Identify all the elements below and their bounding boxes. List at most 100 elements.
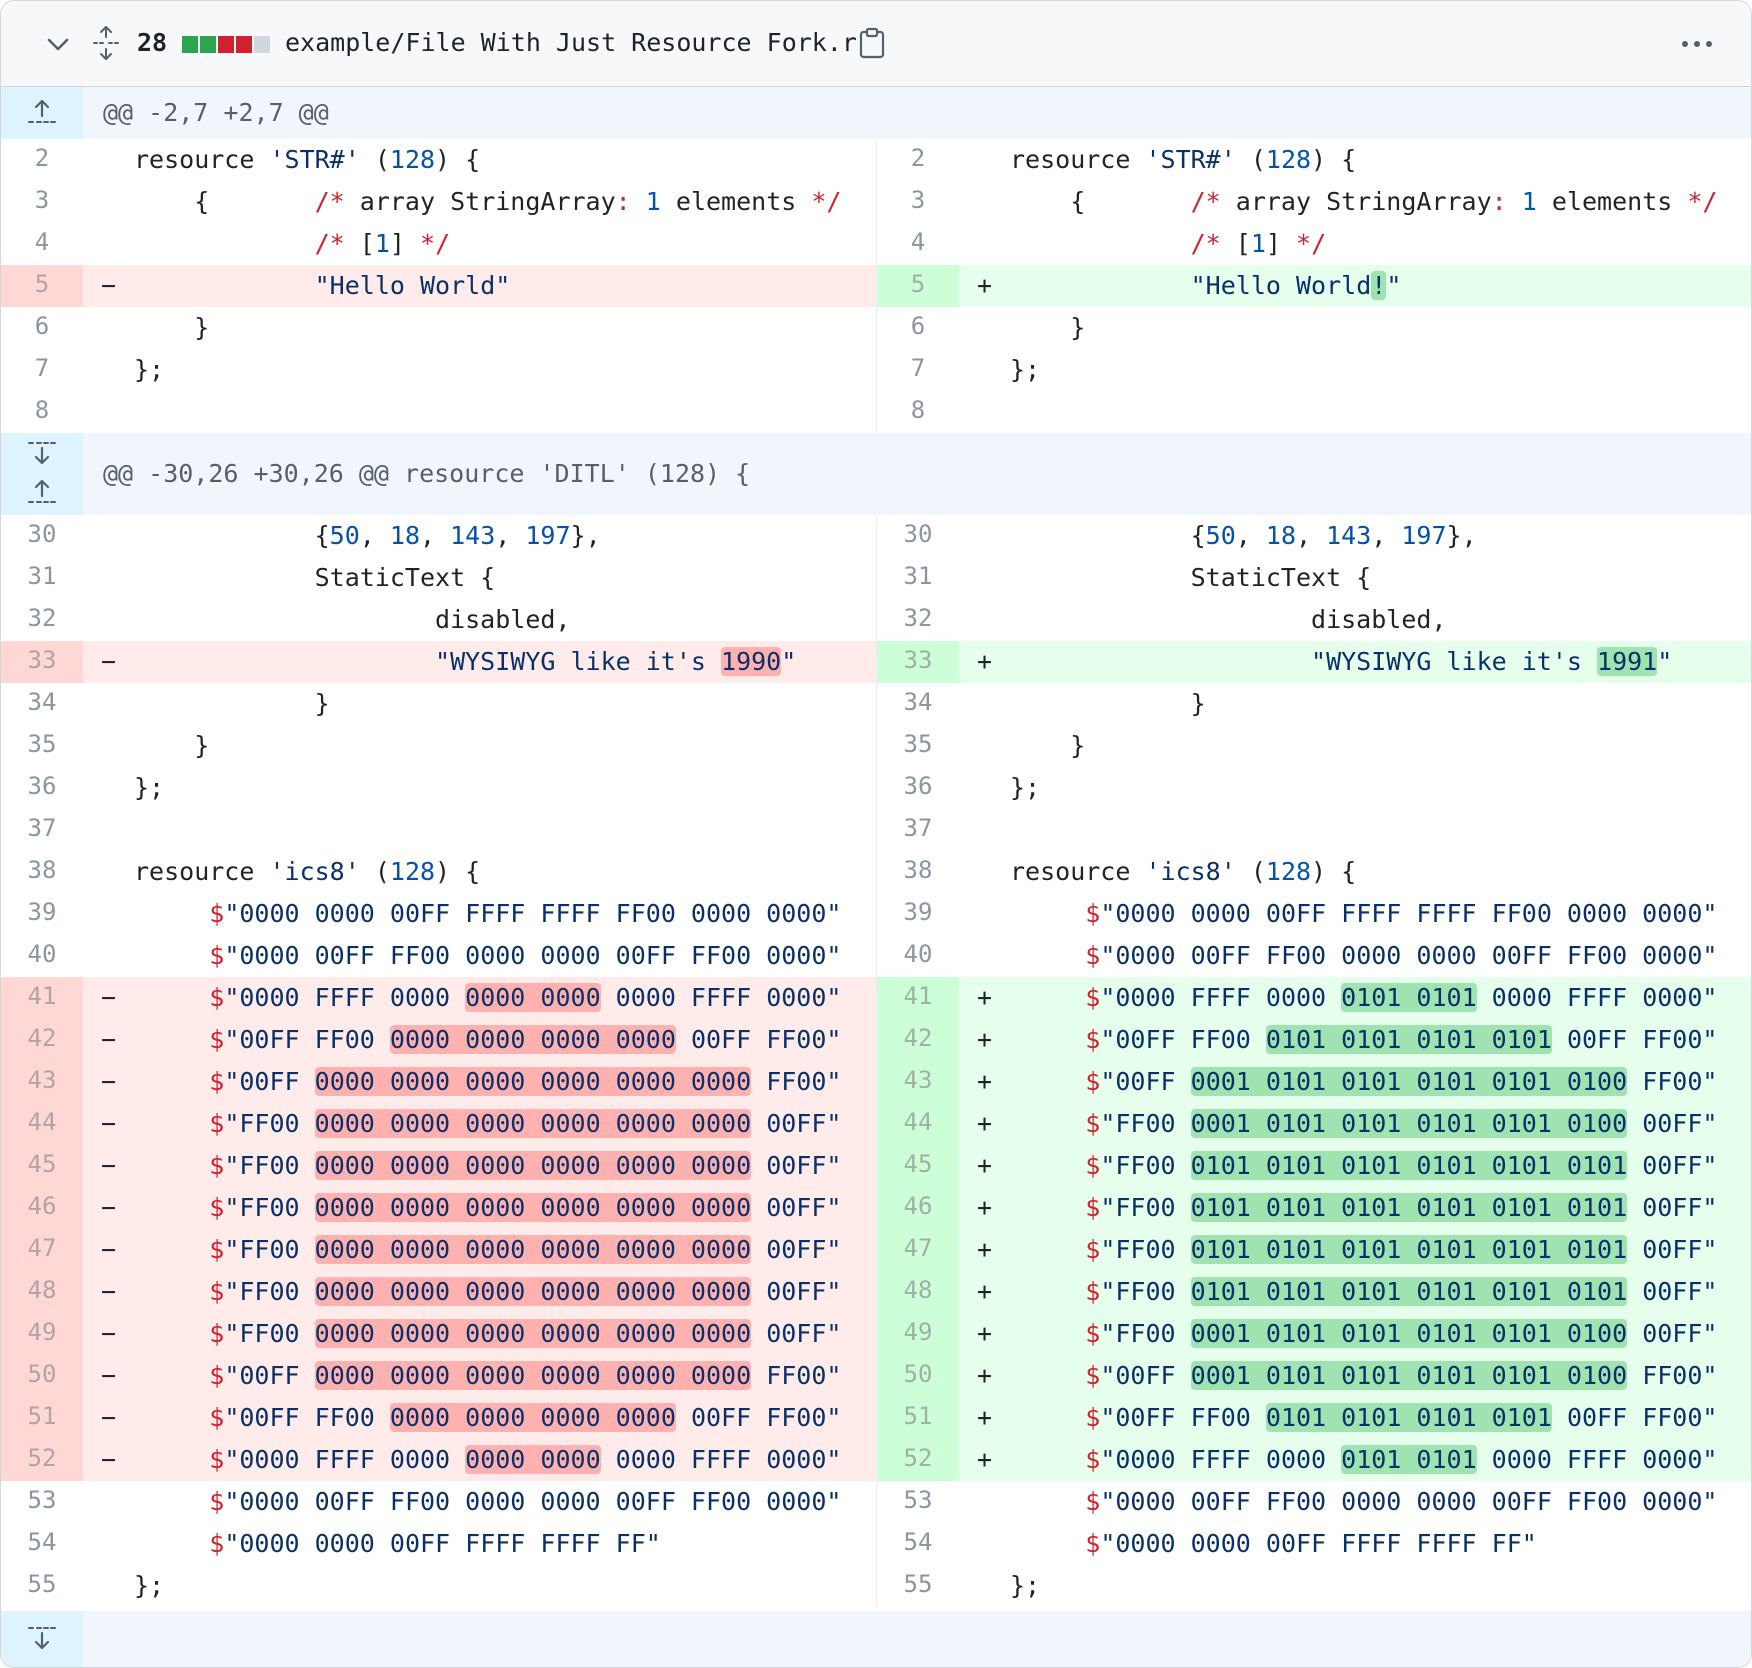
line-number[interactable]: 32 <box>1 599 83 641</box>
right-line: 45 + $"FF00 0101 0101 0101 0101 0101 0101… <box>877 1145 1751 1187</box>
line-number[interactable]: 41 <box>877 977 959 1019</box>
left-line: 34 } <box>1 683 876 725</box>
line-number[interactable]: 53 <box>877 1481 959 1523</box>
line-number[interactable]: 36 <box>1 767 83 809</box>
line-number[interactable]: 44 <box>877 1103 959 1145</box>
line-number[interactable]: 51 <box>877 1397 959 1439</box>
line-number[interactable]: 7 <box>877 349 959 391</box>
line-number[interactable]: 54 <box>1 1523 83 1565</box>
code-token: { <box>1010 187 1191 216</box>
expand-up-icon[interactable] <box>27 477 57 507</box>
line-number[interactable]: 40 <box>1 935 83 977</box>
line-number[interactable]: 3 <box>877 181 959 223</box>
line-number[interactable]: 55 <box>877 1565 959 1607</box>
line-number[interactable]: 31 <box>877 557 959 599</box>
line-number[interactable]: 47 <box>877 1229 959 1271</box>
line-number[interactable]: 55 <box>1 1565 83 1607</box>
line-number[interactable]: 45 <box>877 1145 959 1187</box>
line-number[interactable]: 6 <box>877 307 959 349</box>
code-token: "0000 FFFF 0000 <box>1100 1445 1342 1474</box>
line-number[interactable]: 41 <box>1 977 83 1019</box>
split-divider <box>876 851 877 893</box>
code-token: FF00" <box>1627 1361 1718 1390</box>
line-number[interactable]: 46 <box>877 1187 959 1229</box>
line-number[interactable]: 48 <box>877 1271 959 1313</box>
code-token: 0001 0101 0101 0101 0101 0100 <box>1190 1109 1628 1138</box>
code-token: [ <box>359 229 375 258</box>
line-number[interactable]: 46 <box>1 1187 83 1229</box>
chevron-down-icon[interactable] <box>45 31 71 57</box>
line-number[interactable]: 2 <box>1 139 83 181</box>
code-token: "00FF FF00 <box>1100 1403 1266 1432</box>
right-line: 35 } <box>877 725 1751 767</box>
line-number[interactable]: 8 <box>877 391 959 433</box>
line-number[interactable]: 39 <box>877 893 959 935</box>
line-number[interactable]: 43 <box>1 1061 83 1103</box>
code-token: ( <box>359 857 390 886</box>
expand-down-icon[interactable] <box>27 439 57 469</box>
line-number[interactable]: 30 <box>877 515 959 557</box>
code-token: 00FF" <box>1627 1109 1718 1138</box>
line-number[interactable]: 34 <box>1 683 83 725</box>
left-line: 36}; <box>1 767 876 809</box>
split-divider <box>876 181 877 223</box>
line-number[interactable]: 45 <box>1 1145 83 1187</box>
line-number[interactable]: 48 <box>1 1271 83 1313</box>
line-number[interactable]: 34 <box>877 683 959 725</box>
line-number[interactable]: 5 <box>877 265 959 307</box>
left-line: 8 <box>1 391 876 433</box>
line-number[interactable]: 50 <box>1 1355 83 1397</box>
kebab-horizontal-icon[interactable] <box>1677 29 1717 59</box>
line-number[interactable]: 7 <box>1 349 83 391</box>
line-number[interactable]: 33 <box>1 641 83 683</box>
code-token: 00FF" <box>751 1319 842 1348</box>
line-number[interactable]: 38 <box>877 851 959 893</box>
line-number[interactable]: 2 <box>877 139 959 181</box>
line-number[interactable]: 5 <box>1 265 83 307</box>
line-number[interactable]: 50 <box>877 1355 959 1397</box>
line-number[interactable]: 42 <box>877 1019 959 1061</box>
line-number[interactable]: 35 <box>877 725 959 767</box>
code-token: 0000 0000 0000 0000 0000 0000 <box>314 1361 752 1390</box>
clipboard-icon[interactable] <box>857 27 887 59</box>
line-number[interactable]: 54 <box>877 1523 959 1565</box>
line-number[interactable]: 36 <box>877 767 959 809</box>
line-number[interactable]: 52 <box>1 1439 83 1481</box>
line-number[interactable]: 52 <box>877 1439 959 1481</box>
file-name[interactable]: example/File With Just Resource Fork.r <box>285 25 857 61</box>
code-token: $ <box>1085 941 1101 970</box>
line-number[interactable]: 40 <box>877 935 959 977</box>
line-number[interactable]: 33 <box>877 641 959 683</box>
line-number[interactable]: 31 <box>1 557 83 599</box>
line-number[interactable]: 42 <box>1 1019 83 1061</box>
code-token: "FF00 <box>224 1277 315 1306</box>
line-number[interactable]: 51 <box>1 1397 83 1439</box>
line-number[interactable]: 3 <box>1 181 83 223</box>
line-number[interactable]: 6 <box>1 307 83 349</box>
line-number[interactable]: 8 <box>1 391 83 433</box>
line-number[interactable]: 32 <box>877 599 959 641</box>
unfold-icon[interactable] <box>91 25 121 61</box>
line-number[interactable]: 49 <box>1 1313 83 1355</box>
line-number[interactable]: 35 <box>1 725 83 767</box>
diff-row: 51− $"00FF FF00 0000 0000 0000 0000 00FF… <box>1 1397 1751 1439</box>
line-number[interactable]: 53 <box>1 1481 83 1523</box>
line-number[interactable]: 43 <box>877 1061 959 1103</box>
line-number[interactable]: 37 <box>1 809 83 851</box>
line-number[interactable]: 4 <box>1 223 83 265</box>
line-number[interactable]: 30 <box>1 515 83 557</box>
line-number[interactable]: 44 <box>1 1103 83 1145</box>
addition-marker: + <box>977 647 993 676</box>
line-number[interactable]: 39 <box>1 893 83 935</box>
line-number[interactable]: 37 <box>877 809 959 851</box>
line-number[interactable]: 4 <box>877 223 959 265</box>
line-number[interactable]: 49 <box>877 1313 959 1355</box>
line-number[interactable]: 47 <box>1 1229 83 1271</box>
expand-down-icon[interactable] <box>27 1624 57 1654</box>
expand-up-icon[interactable] <box>27 97 57 127</box>
line-number[interactable]: 38 <box>1 851 83 893</box>
diff-row: 3 { /* array StringArray: 1 elements */3… <box>1 181 1751 223</box>
